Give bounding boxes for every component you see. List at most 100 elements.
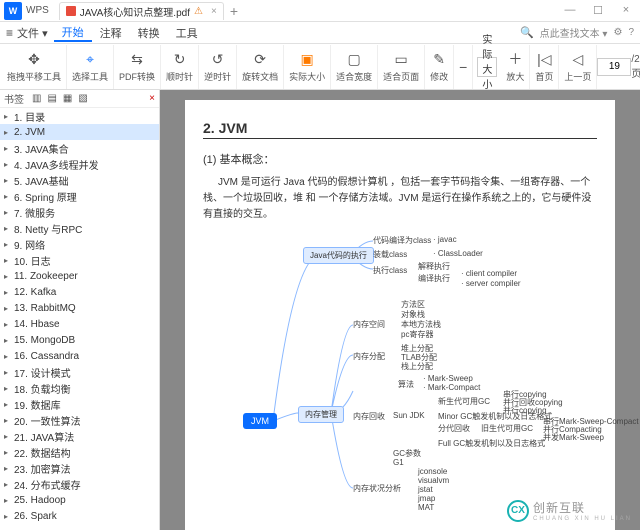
- tool-pdfconvert[interactable]: ⇆PDF转换: [114, 45, 161, 89]
- zoom-out-button[interactable]: −: [454, 45, 473, 89]
- bookmark-item[interactable]: ▸4. JAVA多线程并发: [0, 156, 159, 172]
- page-input[interactable]: [597, 58, 631, 76]
- mind-text: 代码编译为class: [373, 235, 431, 246]
- mind-text: 内存空间: [353, 319, 385, 330]
- page-area[interactable]: 2. JVM (1) 基本概念： JVM 是可运行 Java 代码的假想计算机 …: [160, 90, 640, 530]
- new-tab-button[interactable]: +: [226, 2, 242, 20]
- toolbar: ✥拖拽平移工具 ⌖选择工具 ⇆PDF转换 ↻顺时针 ↺逆时针 ⟳旋转文档 ▣实际…: [0, 44, 640, 90]
- bookmark-tree[interactable]: ▸1. 目录▸2. JVM▸3. JAVA集合▸4. JAVA多线程并发▸5. …: [0, 108, 159, 530]
- tool-pan[interactable]: ✥拖拽平移工具: [2, 45, 67, 89]
- bookmark-item[interactable]: ▸3. JAVA集合: [0, 140, 159, 156]
- window-max-icon[interactable]: ☐: [584, 4, 612, 17]
- menu-start[interactable]: 开始: [54, 24, 92, 42]
- sidebar-tab-icon[interactable]: ▧: [78, 93, 87, 104]
- bookmark-item[interactable]: ▸17. 设计模式: [0, 364, 159, 380]
- nav-first[interactable]: |◁首页: [530, 45, 559, 89]
- bookmark-label: 16. Cassandra: [14, 351, 79, 362]
- titlebar: W WPS JAVA核心知识点整理.pdf ⚠ × + — ☐ ×: [0, 0, 640, 22]
- chevron-right-icon: ▸: [4, 112, 14, 121]
- zoom-in-button[interactable]: ＋放大: [501, 45, 530, 89]
- tool-edit[interactable]: ✎修改: [425, 45, 454, 89]
- search-hint[interactable]: 点此查找文本 ▾: [540, 25, 608, 40]
- bookmark-item[interactable]: ▸2. JVM: [0, 124, 159, 140]
- bookmark-item[interactable]: ▸7. 微服务: [0, 204, 159, 220]
- tool-rotate-doc[interactable]: ⟳旋转文档: [237, 45, 284, 89]
- bookmark-item[interactable]: ▸5. JAVA基础: [0, 172, 159, 188]
- tool-select[interactable]: ⌖选择工具: [67, 45, 114, 89]
- tool-fit-page[interactable]: ▭适合页面: [378, 45, 425, 89]
- search-icon[interactable]: 🔍: [520, 26, 534, 39]
- pan-icon: ✥: [28, 50, 40, 68]
- bookmark-item[interactable]: ▸15. MongoDB: [0, 332, 159, 348]
- mind-text: · server compiler: [461, 279, 521, 288]
- bookmark-item[interactable]: ▸26. Spark: [0, 508, 159, 524]
- sidebar-tab-icon[interactable]: ▤: [47, 93, 56, 104]
- bookmark-item[interactable]: ▸23. 加密算法: [0, 460, 159, 476]
- watermark-text: 创新互联CHUANG XIN HU LIAN: [533, 499, 632, 522]
- bookmark-item[interactable]: ▸9. 网络: [0, 236, 159, 252]
- tool-actual-size[interactable]: ▣实际大小: [284, 45, 331, 89]
- mind-text: jmap: [418, 494, 435, 503]
- rotate-doc-icon: ⟳: [254, 50, 266, 68]
- bookmark-item[interactable]: ▸8. Netty 与RPC: [0, 220, 159, 236]
- bookmark-item[interactable]: ▸6. Spring 原理: [0, 188, 159, 204]
- nav-prev[interactable]: ◁上一页: [559, 45, 597, 89]
- menu-tools[interactable]: 工具: [168, 25, 206, 41]
- bookmark-item[interactable]: ▸14. Hbase: [0, 316, 159, 332]
- chevron-right-icon: ▸: [4, 128, 14, 137]
- menu-annotate[interactable]: 注释: [92, 25, 130, 41]
- help-icon[interactable]: ?: [628, 27, 634, 38]
- chevron-right-icon: ▸: [4, 512, 14, 521]
- bookmark-label: 19. 数据库: [14, 397, 61, 412]
- bookmark-item[interactable]: ▸22. 数据结构: [0, 444, 159, 460]
- bookmark-item[interactable]: ▸11. Zookeeper: [0, 268, 159, 284]
- bookmark-item[interactable]: ▸18. 负载均衡: [0, 380, 159, 396]
- mind-root: JVM: [243, 413, 277, 429]
- sidebar-close-icon[interactable]: ×: [149, 93, 155, 104]
- watermark-logo-icon: CX: [507, 500, 529, 522]
- chevron-right-icon: ▸: [4, 208, 14, 217]
- bookmark-item[interactable]: ▸13. RabbitMQ: [0, 300, 159, 316]
- settings-icon[interactable]: ⚙: [613, 27, 622, 38]
- bookmark-item[interactable]: ▸24. 分布式缓存: [0, 476, 159, 492]
- sidebar-header: 书签 ▥ ▤ ▦ ▧ ×: [0, 90, 159, 108]
- file-tab[interactable]: JAVA核心知识点整理.pdf ⚠ ×: [59, 2, 224, 20]
- bookmark-item[interactable]: ▸21. JAVA算法: [0, 428, 159, 444]
- mind-text: 栈上分配: [401, 361, 433, 372]
- window-controls: — ☐ ×: [556, 4, 640, 17]
- sidebar-tab-icon[interactable]: ▥: [32, 93, 41, 104]
- bookmark-label: 3. JAVA集合: [14, 141, 69, 156]
- chevron-right-icon: ▸: [4, 304, 14, 313]
- tool-fit-width[interactable]: ▢适合宽度: [331, 45, 378, 89]
- mind-text: 内存回收: [353, 411, 385, 422]
- chevron-right-icon: ▸: [4, 224, 14, 233]
- window-min-icon[interactable]: —: [556, 4, 584, 17]
- bookmark-item[interactable]: ▸10. 日志: [0, 252, 159, 268]
- bookmark-label: 4. JAVA多线程并发: [14, 157, 99, 172]
- zoom-select[interactable]: 实际大小 ▾: [477, 57, 497, 77]
- tool-rotate-cw[interactable]: ↻顺时针: [161, 45, 199, 89]
- tool-rotate-ccw[interactable]: ↺逆时针: [199, 45, 237, 89]
- bookmark-item[interactable]: ▸25. Hadoop: [0, 492, 159, 508]
- tab-dirty-icon: ⚠: [194, 6, 203, 17]
- convert-icon: ⇆: [131, 50, 143, 68]
- page-total: /283 页: [631, 54, 640, 80]
- chevron-right-icon: ▸: [4, 448, 14, 457]
- bookmark-item[interactable]: ▸12. Kafka: [0, 284, 159, 300]
- mind-text: 分代回收: [438, 423, 470, 434]
- chevron-right-icon: ▸: [4, 320, 14, 329]
- mind-text: MAT: [418, 503, 434, 512]
- file-menu[interactable]: 文件 ▾: [17, 25, 48, 41]
- sidebar-tab-icon[interactable]: ▦: [63, 93, 72, 104]
- bookmark-label: 8. Netty 与RPC: [14, 221, 82, 236]
- hamburger-icon[interactable]: ≡: [6, 26, 13, 40]
- bookmark-item[interactable]: ▸16. Cassandra: [0, 348, 159, 364]
- bookmark-item[interactable]: ▸1. 目录: [0, 108, 159, 124]
- window-close-icon[interactable]: ×: [612, 4, 640, 17]
- mind-node: 内存管理: [298, 406, 344, 423]
- app-name: WPS: [26, 5, 49, 16]
- bookmark-item[interactable]: ▸19. 数据库: [0, 396, 159, 412]
- bookmark-item[interactable]: ▸20. 一致性算法: [0, 412, 159, 428]
- tab-close-icon[interactable]: ×: [211, 6, 217, 17]
- menu-convert[interactable]: 转换: [130, 25, 168, 41]
